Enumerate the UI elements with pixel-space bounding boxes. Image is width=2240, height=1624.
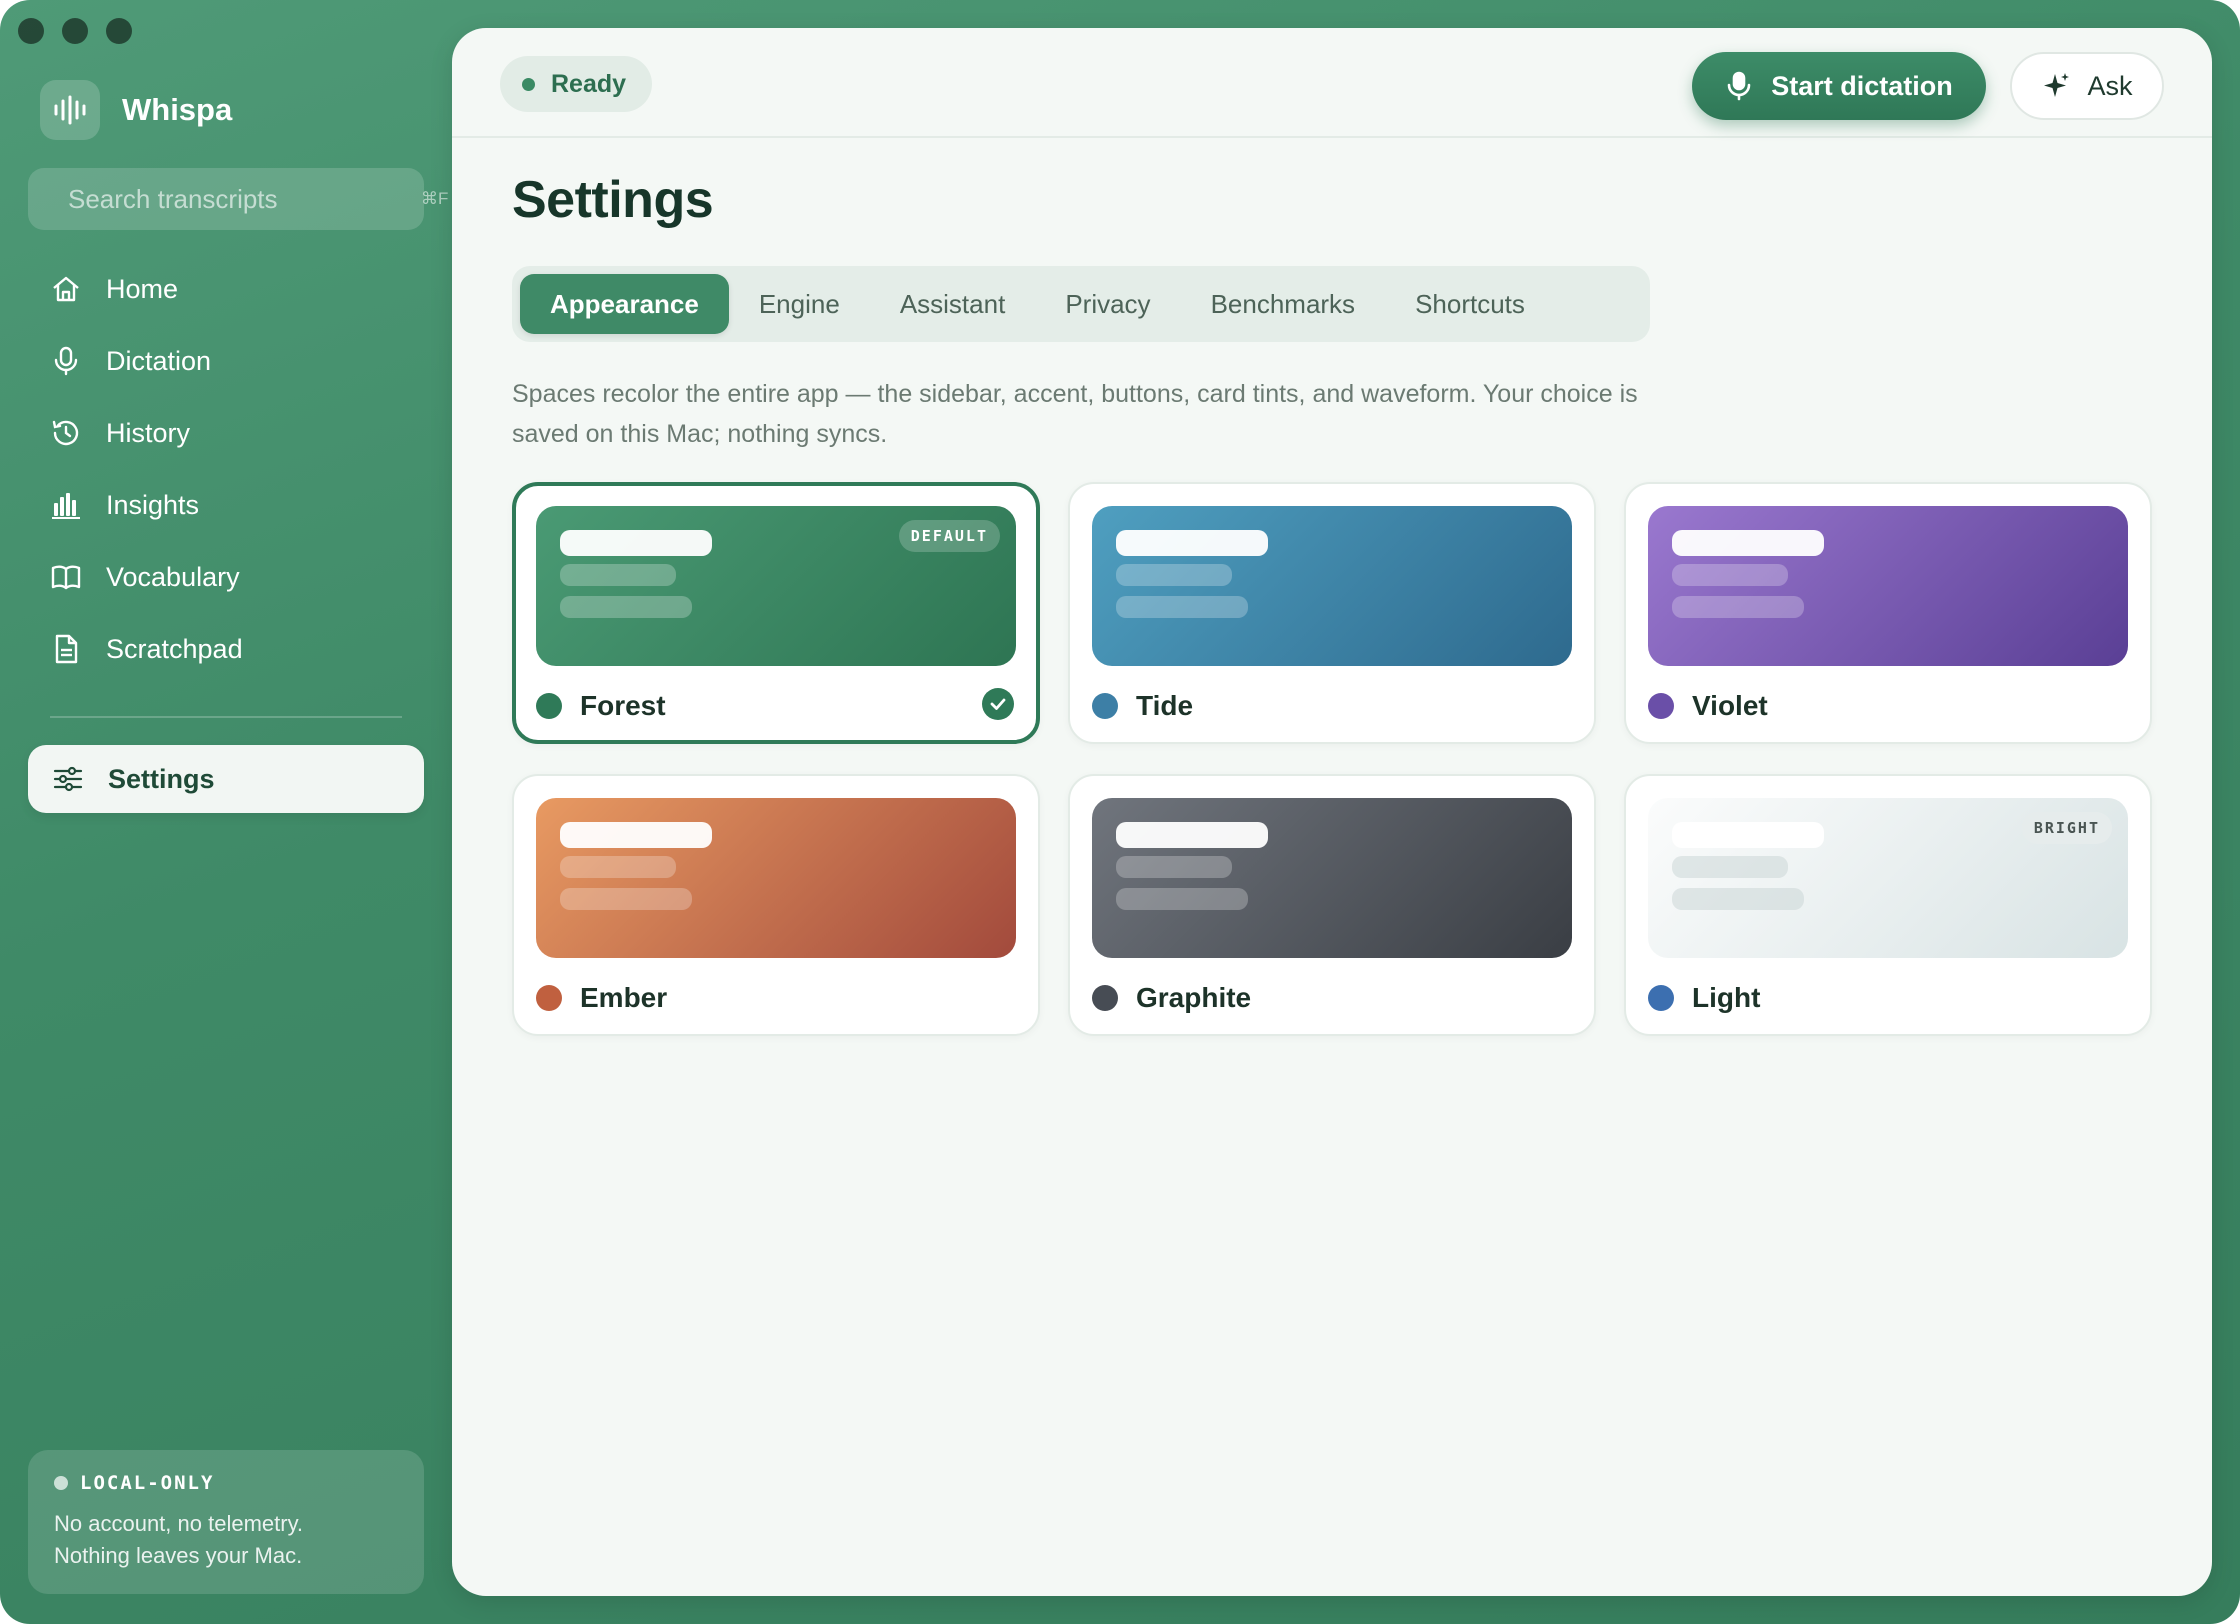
bright-badge: BRIGHT [2021,812,2112,844]
tab-shortcuts[interactable]: Shortcuts [1385,274,1555,334]
space-card-tide[interactable]: Tide [1068,482,1596,744]
space-card-light[interactable]: BRIGHT Light [1624,774,2152,1036]
sidebar-item-label: Home [106,273,179,304]
app-name: Whispa [122,92,233,127]
sidebar-item-label: Insights [106,489,200,520]
ask-label: Ask [2087,70,2133,101]
sidebar-item-label: Vocabulary [106,561,240,592]
space-name: Violet [1692,690,1768,721]
ask-button[interactable]: Ask [2010,52,2164,120]
tab-engine[interactable]: Engine [729,274,870,334]
sidebar-item-history[interactable]: History [28,402,424,464]
space-preview [1648,506,2128,666]
space-preview [536,798,1016,958]
color-swatch [1092,985,1118,1011]
space-name: Ember [580,982,668,1013]
color-swatch [1648,985,1674,1011]
sidebar-divider [50,716,402,718]
microphone-icon [54,346,78,376]
home-icon [53,276,79,302]
sparkle-icon [2044,73,2070,97]
local-only-line-1: No account, no telemetry. [54,1511,304,1536]
sidebar-item-label: Settings [108,763,215,794]
history-icon [52,420,79,446]
page-title: Settings [512,171,714,229]
sidebar: Whispa ⌘F Home Dictation [0,0,450,1624]
sidebar-item-dictation[interactable]: Dictation [28,330,424,392]
top-bar: Ready Start dictation Ask [452,28,2212,138]
space-preview [1092,506,1572,666]
default-badge: DEFAULT [898,520,1000,552]
status-dot-icon [54,1476,68,1490]
status-badge: Ready [500,56,653,112]
space-card-forest[interactable]: DEFAULT Forest [512,482,1040,744]
app-window: Whispa ⌘F Home Dictation [0,0,2240,1624]
appearance-description: Spaces recolor the entire app — the side… [512,380,1638,448]
sidebar-item-home[interactable]: Home [28,258,424,320]
microphone-icon [1727,71,1751,101]
space-name: Graphite [1136,982,1252,1013]
sidebar-item-insights[interactable]: Insights [28,474,424,536]
sidebar-item-label: Scratchpad [106,633,243,664]
space-preview [1092,798,1572,958]
tab-appearance[interactable]: Appearance [520,274,729,334]
selected-check-icon [982,688,1014,720]
search-box[interactable]: ⌘F [28,168,448,230]
start-dictation-button[interactable]: Start dictation [1692,52,1986,120]
sidebar-item-vocabulary[interactable]: Vocabulary [28,546,424,608]
color-swatch [1092,693,1118,719]
sliders-icon [53,766,83,792]
sidebar-item-label: Dictation [106,345,212,376]
color-swatch [536,693,562,719]
sidebar-item-settings[interactable]: Settings [28,745,424,813]
main-panel: Ready Start dictation Ask Settings Appea… [452,28,2212,1596]
ready-dot-icon [522,77,535,91]
waveform-logo-icon [40,80,100,140]
sidebar-item-label: History [106,417,191,448]
space-card-graphite[interactable]: Graphite [1068,774,1596,1036]
space-card-violet[interactable]: Violet [1624,482,2152,744]
local-only-title: LOCAL-ONLY [80,1472,215,1494]
space-card-ember[interactable]: Ember [512,774,1040,1036]
tab-benchmarks[interactable]: Benchmarks [1181,274,1386,334]
space-name: Forest [580,690,666,721]
search-input[interactable] [68,183,403,215]
search-shortcut: ⌘F [421,189,449,208]
tab-privacy[interactable]: Privacy [1035,274,1180,334]
sidebar-item-scratchpad[interactable]: Scratchpad [28,618,424,680]
local-only-card: LOCAL-ONLY No account, no telemetry. Not… [28,1450,424,1594]
space-name: Light [1692,982,1761,1013]
status-text: Ready [551,69,627,98]
tab-assistant[interactable]: Assistant [870,274,1036,334]
start-dictation-label: Start dictation [1771,70,1953,101]
space-preview: DEFAULT [536,506,1016,666]
color-swatch [536,985,562,1011]
settings-tabs: Appearance Engine Assistant Privacy Benc… [512,266,1650,342]
space-preview: BRIGHT [1648,798,2128,958]
local-only-line-2: Nothing leaves your Mac. [54,1543,303,1568]
space-name: Tide [1136,690,1194,721]
brand: Whispa [40,80,232,140]
document-icon [55,634,78,664]
color-swatch [1648,693,1674,719]
sidebar-nav: Home Dictation History Insights Vocabula… [28,258,424,690]
book-icon [51,565,81,590]
bar-chart-icon [52,493,80,519]
